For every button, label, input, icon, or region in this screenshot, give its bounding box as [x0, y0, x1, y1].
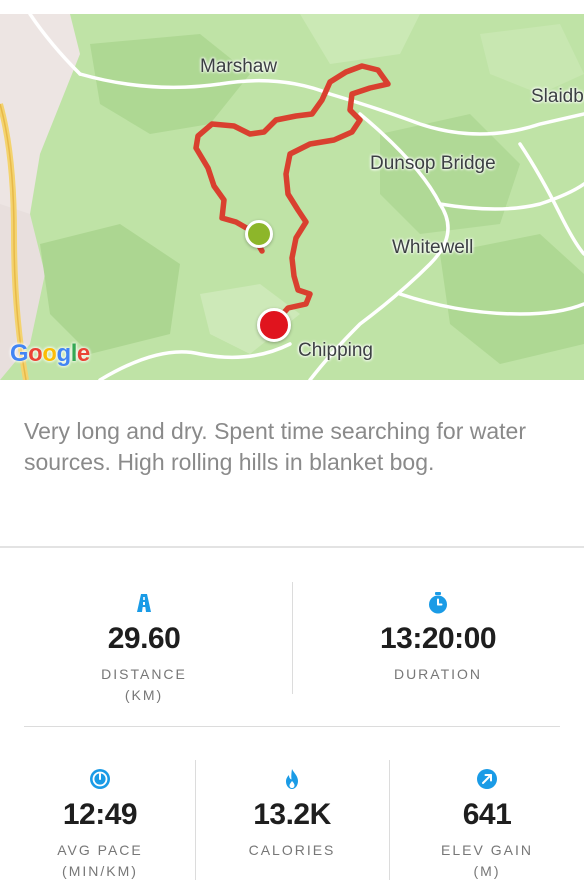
map-label-whitewell: Whitewell — [392, 237, 474, 258]
row-divider — [24, 726, 560, 727]
stat-avg-pace: 12:49 AVG PACE (MIN/KM) — [20, 768, 180, 882]
stat-divider — [389, 760, 390, 880]
duration-value: 13:20:00 — [379, 622, 497, 655]
stat-divider — [195, 760, 196, 880]
distance-value: 29.60 — [107, 622, 181, 655]
distance-label: DISTANCE — [101, 666, 187, 682]
duration-label: DURATION — [393, 666, 483, 682]
start-marker[interactable] — [245, 220, 273, 248]
elev-gain-label: ELEV GAIN — [441, 842, 533, 858]
stat-elev-gain: 641 ELEV GAIN (M) — [407, 768, 567, 882]
avg-pace-unit: (MIN/KM) — [62, 863, 138, 879]
avg-pace-value: 12:49 — [62, 798, 138, 831]
calories-label: CALORIES — [248, 842, 336, 858]
section-divider — [0, 546, 584, 548]
stat-divider — [292, 582, 293, 694]
top-spacer — [0, 0, 584, 14]
flame-icon — [286, 769, 298, 789]
elev-gain-value: 641 — [462, 798, 512, 831]
map-label-chipping: Chipping — [298, 340, 373, 361]
map-label-marshaw: Marshaw — [200, 56, 278, 77]
stopwatch-icon — [429, 592, 447, 614]
avg-pace-label: AVG PACE — [57, 842, 143, 858]
arrow-up-right-icon — [477, 769, 497, 789]
stat-distance: 29.60 DISTANCE (KM) — [44, 592, 244, 706]
calories-value: 13.2K — [253, 798, 331, 831]
elev-gain-unit: (M) — [473, 863, 501, 879]
map-label-dunsop-bridge: Dunsop Bridge — [370, 153, 496, 174]
road-icon — [137, 594, 151, 612]
activity-notes: Very long and dry. Spent time searching … — [24, 418, 527, 475]
speedometer-icon — [90, 769, 110, 789]
stat-calories: 13.2K CALORIES — [212, 768, 372, 861]
route-map[interactable]: Marshaw Slaidb Dunsop Bridge Whitewell C… — [0, 14, 584, 380]
google-logo: Google — [10, 340, 90, 367]
map-label-slaidburn: Slaidb — [531, 86, 584, 107]
distance-unit: (KM) — [124, 687, 164, 703]
stat-duration: 13:20:00 DURATION — [338, 592, 538, 685]
end-marker[interactable] — [257, 308, 291, 342]
